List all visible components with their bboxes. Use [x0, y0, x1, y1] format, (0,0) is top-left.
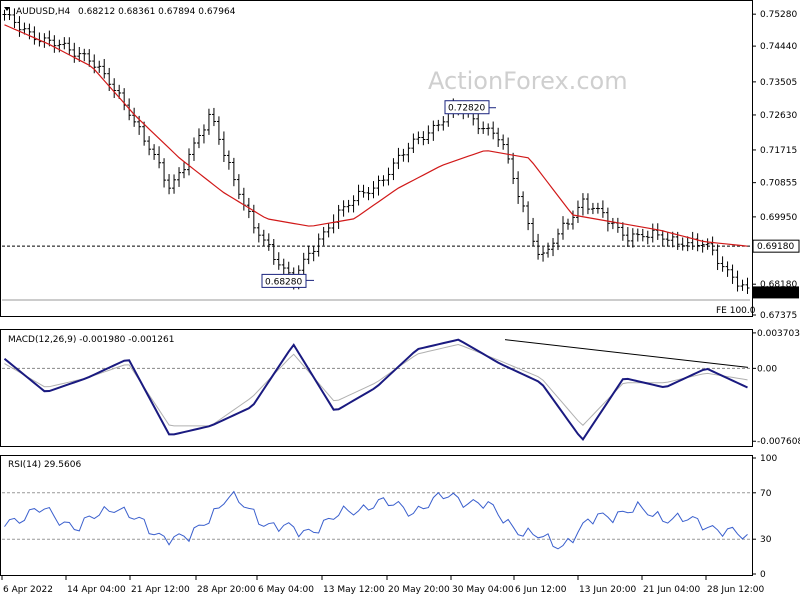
macd-y-tick-label: 0.003703	[757, 329, 800, 339]
y-tick-label: 0.71715	[760, 146, 797, 156]
rsi-y-tick-label: 70	[760, 489, 772, 499]
x-tick-label: 28 Jun 12:00	[707, 585, 764, 595]
x-tick-label: 6 Apr 2022	[3, 585, 53, 595]
x-tick-label: 20 May 20:00	[388, 585, 450, 595]
macd-signal-line	[4, 343, 748, 427]
chart-area: ActionForex.com AUDUSD,H4 0.68212 0.6836…	[0, 0, 800, 595]
x-tick-label: 28 Apr 20:00	[197, 585, 256, 595]
x-tick-label: 6 May 04:00	[258, 585, 314, 595]
moving-average-line	[4, 24, 748, 247]
x-tick-label: 13 May 12:00	[323, 585, 385, 595]
macd-panel	[0, 329, 753, 447]
x-tick-label: 30 May 04:00	[452, 585, 514, 595]
y-tick-label: 0.75280	[760, 10, 797, 20]
last-price-label: 0.67964	[757, 288, 794, 298]
main-title: AUDUSD,H4	[16, 7, 71, 17]
y-tick-label: 0.74440	[760, 42, 797, 52]
main-plot: 0.69180 0.72820 0.68280 0.67964	[2, 7, 800, 301]
rsi-panel	[0, 455, 753, 576]
high-annotation-label: 0.72820	[448, 104, 485, 114]
y-tick-label: 0.70855	[760, 179, 797, 189]
x-tick-label: 21 Apr 12:00	[131, 585, 190, 595]
main-ohlc: 0.68212 0.68361 0.67894 0.67964	[78, 7, 236, 17]
macd-plot: 0.003703 0.00 -0.007608	[2, 329, 800, 447]
rsi-plot: 100 70 30 0	[2, 454, 777, 580]
x-tick-label: 6 Jun 12:00	[515, 585, 567, 595]
macd-trendline	[504, 339, 749, 368]
watermark: ActionForex.com	[428, 67, 628, 95]
y-tick-label: 0.73505	[760, 78, 797, 88]
low-annotation-label: 0.68280	[265, 277, 302, 287]
macd-y-tick-label: 0.00	[757, 364, 777, 374]
main-y-axis: 0.75280 0.74440 0.73505 0.72630 0.71715 0.708…	[752, 10, 797, 321]
rsi-y-tick-label: 100	[760, 454, 777, 464]
rsi-y-tick-label: 0	[760, 570, 766, 580]
rsi-y-tick-label: 30	[760, 535, 772, 545]
macd-title: MACD(12,26,9) -0.001980 -0.001261	[8, 335, 174, 345]
rsi-title: RSI(14) 29.5606	[8, 460, 81, 470]
level-line-label: 0.69180	[757, 242, 794, 252]
rsi-line	[4, 490, 748, 550]
x-axis: 6 Apr 2022 14 Apr 04:00 21 Apr 12:00 28 Apr…	[1, 576, 764, 595]
macd-y-tick-label: -0.007608	[757, 437, 800, 447]
y-tick-label: 0.69950	[760, 213, 797, 223]
x-tick-label: 21 Jun 04:00	[643, 585, 700, 595]
fe-label: FE 100.0	[716, 306, 756, 316]
main-panel	[0, 0, 753, 317]
y-tick-label: 0.67375	[760, 311, 797, 321]
x-tick-label: 14 Apr 04:00	[67, 585, 126, 595]
y-tick-label: 0.72630	[760, 111, 797, 121]
x-tick-label: 13 Jun 20:00	[579, 585, 636, 595]
